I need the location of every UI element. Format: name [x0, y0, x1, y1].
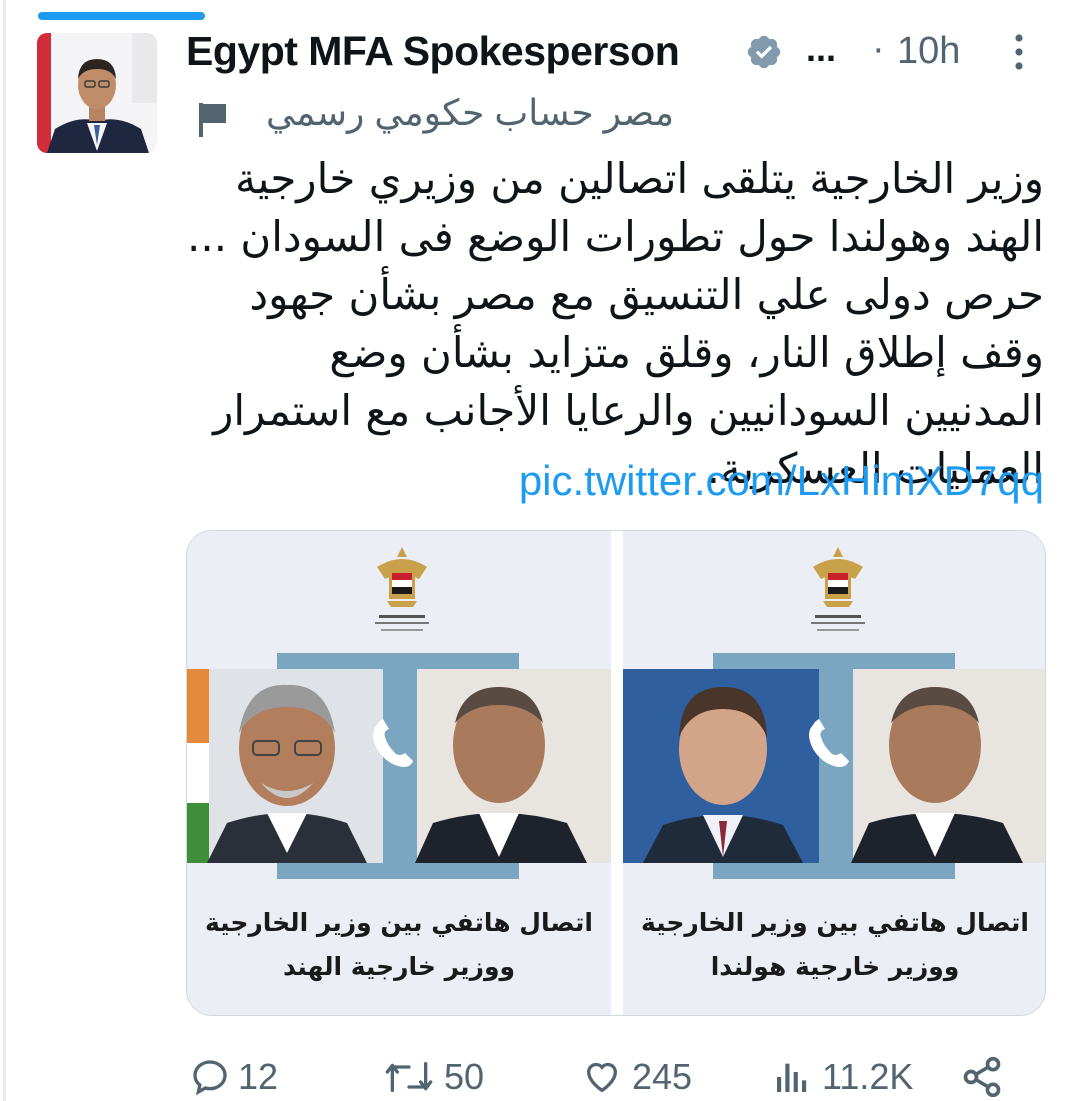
repost-icon [385, 1062, 433, 1092]
caption-netherlands-line1: اتصال هاتفي بين وزير الخارجية [641, 908, 1029, 937]
photo-netherlands-minister [623, 653, 1045, 879]
thread-line [3, 0, 6, 1101]
views-button[interactable]: 11.2K [770, 1052, 913, 1101]
like-count: 245 [632, 1056, 693, 1097]
caption-india: اتصال هاتفي بين وزير الخارجية ووزير خارج… [187, 901, 611, 989]
analytics-icon [777, 1063, 807, 1092]
tweet-text: وزير الخارجية يتلقى اتصالين من وزيري خار… [187, 154, 1044, 493]
reply-count: 12 [238, 1056, 279, 1097]
separator-dot: · [872, 28, 885, 70]
flag-icon [199, 103, 226, 137]
caption-india-line1: اتصال هاتفي بين وزير الخارجية [205, 908, 593, 937]
eagle-emblem-icon [811, 547, 865, 631]
eagle-emblem-icon [375, 547, 429, 631]
action-bar: 12 50 245 11.2K [186, 1052, 1046, 1101]
photo-india-minister [187, 653, 611, 879]
share-button[interactable] [960, 1052, 1004, 1101]
name-truncation: ... [806, 28, 837, 69]
reply-button[interactable]: 12 [190, 1052, 278, 1101]
share-icon [963, 1056, 1001, 1098]
like-button[interactable]: 245 [580, 1052, 692, 1101]
caption-india-line2: ووزير خارجية الهند [282, 952, 516, 981]
verified-badge-icon [747, 35, 781, 69]
tweet-media-link[interactable]: pic.twitter.com/LxHimXD7qq [186, 457, 1044, 505]
progress-indicator [38, 12, 205, 20]
media-grid[interactable]: اتصال هاتفي بين وزير الخارجية ووزير خارج… [186, 530, 1046, 1016]
avatar[interactable] [37, 33, 157, 153]
views-count: 11.2K [822, 1056, 914, 1097]
government-account-label: مصر حساب حكومي رسمي [266, 92, 674, 133]
media-image-india[interactable]: اتصال هاتفي بين وزير الخارجية ووزير خارج… [187, 531, 611, 1015]
reply-icon [193, 1060, 227, 1096]
heart-icon [586, 1062, 618, 1093]
media-image-netherlands[interactable]: اتصال هاتفي بين وزير الخارجية ووزير خارج… [623, 531, 1045, 1015]
repost-count: 50 [444, 1056, 485, 1097]
caption-netherlands-line2: ووزير خارجية هولندا [710, 952, 960, 981]
repost-button[interactable]: 50 [382, 1052, 484, 1101]
caption-netherlands: اتصال هاتفي بين وزير الخارجية ووزير خارج… [623, 901, 1045, 989]
more-vertical-icon[interactable] [1012, 32, 1026, 72]
tweet-timestamp[interactable]: 10h [897, 30, 960, 73]
display-name[interactable]: Egypt MFA Spokesperson [186, 28, 680, 75]
